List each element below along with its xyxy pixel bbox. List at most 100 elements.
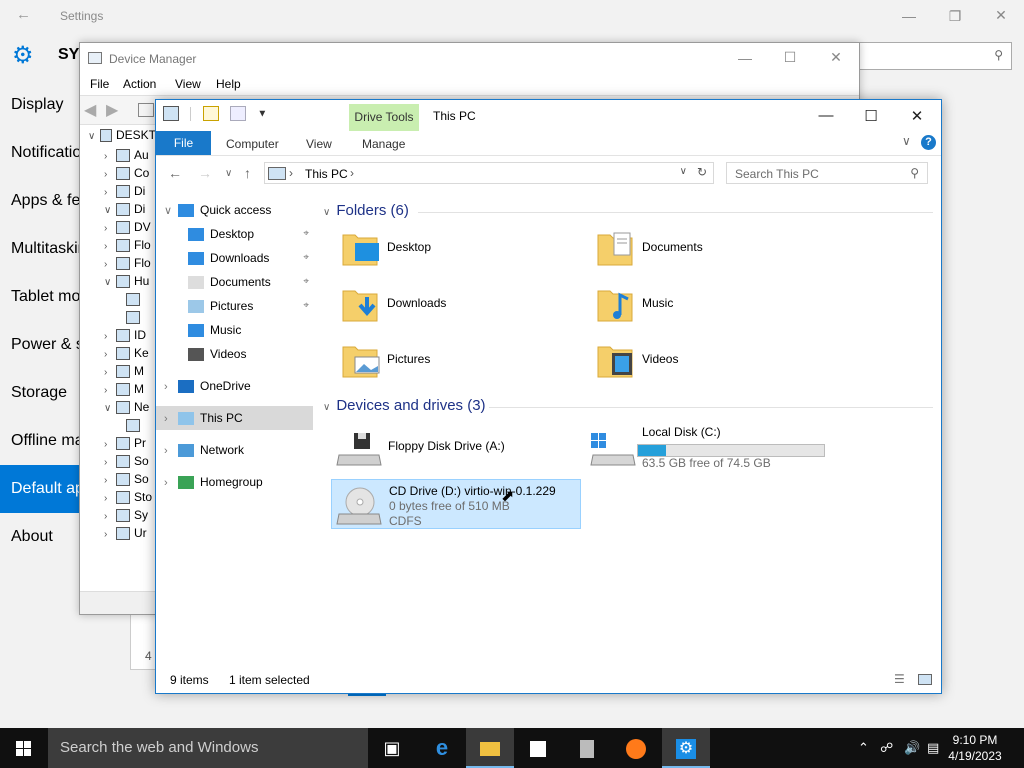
folder-videos[interactable]: Videos (596, 339, 836, 387)
folders-section-header[interactable]: ∨ Folders (6) (323, 202, 409, 222)
search-input[interactable]: Search This PC ⚲ (726, 162, 928, 184)
menu-view[interactable]: View (175, 77, 201, 91)
menu-file[interactable]: File (90, 77, 109, 91)
file-explorer-taskbar-icon[interactable] (466, 728, 514, 768)
ribbon-expand-icon[interactable]: ∨ (902, 134, 911, 148)
device-tree-item[interactable]: › Ur (104, 524, 147, 542)
drive-cd-d[interactable]: CD Drive (D:) virtio-win-0.1.229 0 bytes… (331, 479, 581, 529)
volume-icon[interactable]: 🔊 (904, 740, 920, 756)
large-icons-view-icon[interactable] (918, 674, 932, 685)
device-tree-item[interactable] (126, 416, 144, 434)
nav-item-this-pc[interactable]: › This PC (156, 406, 313, 430)
settings-nav-item[interactable]: Power & sleep (0, 321, 91, 369)
device-tree-item[interactable]: ∨ Di (104, 200, 145, 218)
device-tree-item[interactable]: › M (104, 362, 144, 380)
devmgr-minimize-icon[interactable]: — (722, 50, 768, 66)
expanded-chevron-icon[interactable]: ∨ (104, 274, 116, 292)
task-view-icon[interactable]: ▣ (368, 728, 416, 768)
device-tree-item[interactable]: › Ke (104, 344, 149, 362)
settings-nav-item[interactable]: Storage (0, 369, 91, 417)
device-tree-item[interactable]: › Flo (104, 236, 151, 254)
folder-pictures[interactable]: Pictures (341, 339, 581, 387)
nav-item-documents[interactable]: Documents ⌖ (156, 270, 313, 294)
folder-downloads[interactable]: Downloads (341, 283, 581, 331)
folder-music[interactable]: Music (596, 283, 836, 331)
device-tree-item[interactable]: › Sto (104, 488, 152, 506)
settings-nav-item[interactable]: Multitasking (0, 225, 91, 273)
drive-floppy-a[interactable]: Floppy Disk Drive (A:) (331, 423, 581, 473)
show-hidden-icons-icon[interactable]: ⌃ (858, 740, 869, 756)
devmgr-close-icon[interactable]: ✕ (813, 49, 859, 66)
collapsed-chevron-icon[interactable]: › (164, 407, 178, 431)
device-tree-item[interactable] (126, 290, 144, 308)
collapsed-chevron-icon[interactable]: › (164, 375, 178, 399)
explorer-minimize-icon[interactable]: — (803, 107, 849, 124)
nav-item-onedrive[interactable]: › OneDrive (156, 374, 313, 398)
action-center-icon[interactable]: ▤ (927, 740, 939, 756)
settings-nav-item[interactable]: Apps & features (0, 177, 91, 225)
device-tree-item[interactable]: › M (104, 380, 144, 398)
recent-locations-icon[interactable]: ∨ (225, 168, 232, 179)
folder-desktop[interactable]: Desktop (341, 227, 581, 275)
new-folder-icon[interactable] (230, 106, 247, 122)
pin-icon[interactable]: ⌖ (303, 270, 309, 294)
device-tree-item[interactable]: ∨ Ne (104, 398, 149, 416)
drives-section-header[interactable]: ∨ Devices and drives (3) (323, 397, 486, 417)
device-tree-item[interactable]: › Au (104, 146, 149, 164)
settings-nav-item[interactable]: Default apps (0, 465, 91, 513)
properties-check-icon[interactable] (202, 106, 219, 122)
settings-nav-item[interactable]: About (0, 513, 91, 561)
explorer-close-icon[interactable]: ✕ (894, 107, 940, 125)
nav-item-network[interactable]: › Network (156, 438, 313, 462)
pin-icon[interactable]: ⌖ (303, 294, 309, 318)
device-tree-item[interactable]: › So (104, 470, 149, 488)
device-tree-item[interactable]: › Flo (104, 254, 151, 272)
nav-item-quick-access[interactable]: ∨ Quick access (156, 198, 313, 222)
forward-icon[interactable]: ▶ (106, 100, 118, 120)
collapsed-chevron-icon[interactable]: › (164, 471, 178, 495)
address-bar[interactable]: › This PC › ∨ ↻ (264, 162, 714, 184)
edge-icon[interactable]: e (418, 728, 466, 768)
folder-documents[interactable]: Documents (596, 227, 836, 275)
menu-action[interactable]: Action (123, 77, 156, 91)
tab-view[interactable]: View (306, 137, 332, 151)
device-tree-item[interactable]: › ID (104, 326, 146, 344)
nav-item-desktop[interactable]: Desktop ⌖ (156, 222, 313, 246)
tree-root[interactable]: ∨ DESKT (88, 128, 156, 143)
store-icon[interactable] (514, 728, 562, 768)
breadcrumb-chevron-icon[interactable]: › (350, 166, 354, 180)
expanded-chevron-icon[interactable]: ∨ (164, 199, 178, 223)
tab-file[interactable]: File (156, 131, 211, 155)
tab-computer[interactable]: Computer (226, 137, 279, 151)
device-tree-item[interactable]: › Pr (104, 434, 146, 452)
device-manager-taskbar-icon[interactable] (563, 728, 611, 768)
nav-item-videos[interactable]: Videos (156, 342, 313, 366)
explorer-maximize-icon[interactable]: ☐ (848, 107, 894, 125)
collapsed-chevron-icon[interactable]: › (164, 439, 178, 463)
back-icon[interactable]: ◀ (84, 100, 96, 120)
devmgr-maximize-icon[interactable]: ☐ (767, 49, 813, 66)
breadcrumb[interactable]: This PC (305, 167, 348, 181)
settings-nav-item[interactable]: Tablet mode (0, 273, 91, 321)
restore-icon[interactable]: ❐ (932, 8, 978, 25)
settings-nav-item[interactable]: Display (0, 81, 91, 129)
close-icon[interactable]: ✕ (978, 7, 1024, 24)
back-arrow-icon[interactable]: ← (168, 165, 182, 181)
nav-item-pictures[interactable]: Pictures ⌖ (156, 294, 313, 318)
up-arrow-icon[interactable]: ↑ (244, 165, 251, 181)
properties-icon[interactable] (138, 103, 154, 117)
firefox-icon[interactable] (612, 728, 660, 768)
device-tree-item[interactable]: › Sy (104, 506, 148, 524)
qat-dropdown-icon[interactable]: ▼ (257, 108, 267, 119)
nav-item-music[interactable]: Music (156, 318, 313, 342)
minimize-icon[interactable]: — (886, 8, 932, 24)
start-button[interactable] (0, 728, 48, 768)
device-tree-item[interactable] (126, 308, 144, 326)
pin-icon[interactable]: ⌖ (303, 222, 309, 246)
menu-help[interactable]: Help (216, 77, 241, 91)
device-tree-item[interactable]: › Co (104, 164, 149, 182)
settings-nav-item[interactable]: Offline maps (0, 417, 91, 465)
help-icon[interactable]: ? (921, 135, 936, 150)
settings-taskbar-icon[interactable]: ⚙ (662, 728, 710, 768)
network-icon[interactable]: ☍ (880, 740, 893, 756)
